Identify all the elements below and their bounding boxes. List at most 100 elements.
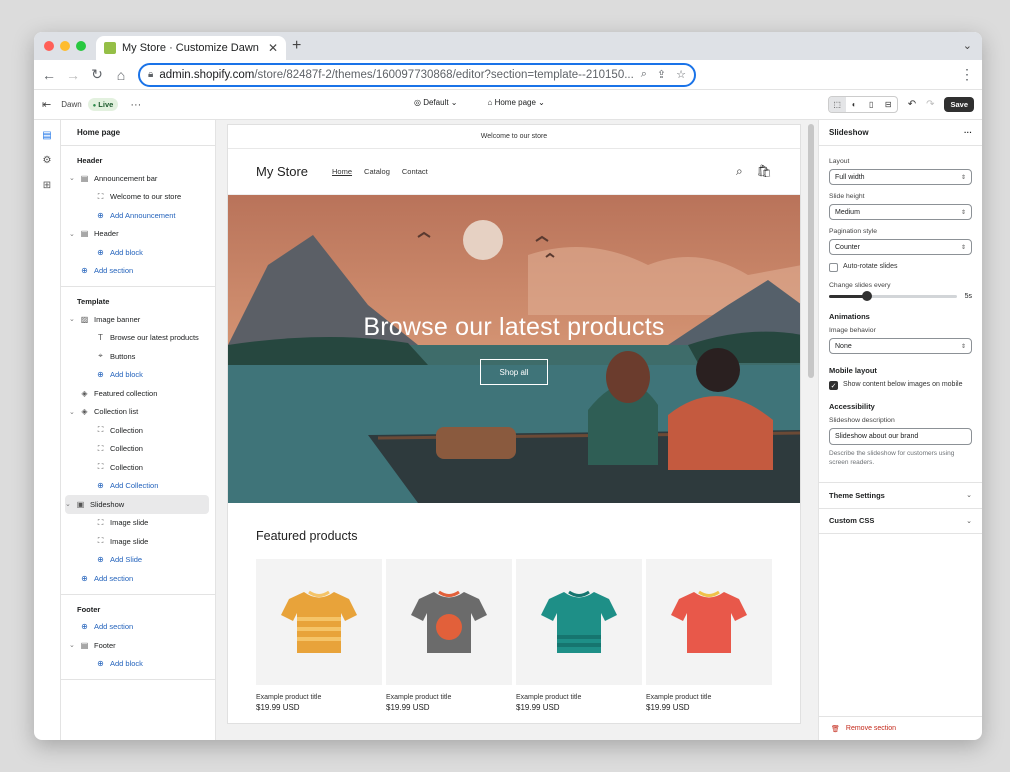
sidebar-item-label: Slideshow bbox=[90, 499, 125, 509]
zoom-icon[interactable]: ⌕ bbox=[641, 68, 647, 81]
sidebar-item[interactable]: ⛶ Collection bbox=[61, 421, 215, 440]
forward-arrow-icon[interactable]: → bbox=[66, 67, 80, 83]
back-arrow-icon[interactable]: ← bbox=[42, 67, 56, 83]
minimize-window-button[interactable] bbox=[60, 41, 70, 51]
product-title[interactable]: Example product title bbox=[646, 694, 772, 701]
add-item-button[interactable]: ⊕ Add block bbox=[61, 243, 215, 262]
sidebar-item[interactable]: ⛶ Collection bbox=[61, 440, 215, 459]
slider-thumb[interactable] bbox=[862, 291, 873, 301]
address-bar[interactable]: 🔒︎ admin.shopify.com/store/82487f-2/them… bbox=[138, 62, 696, 87]
sidebar-item[interactable]: ⌄ ▤ Header bbox=[61, 225, 215, 244]
chevron-down-icon[interactable]: ⌄ bbox=[69, 641, 75, 649]
hero-banner[interactable]: Browse our latest products Shop all bbox=[228, 195, 800, 503]
sidebar-item[interactable]: ⌄ ▣ Slideshow bbox=[65, 495, 209, 514]
sidebar-item[interactable]: ⛶ Welcome to our store bbox=[61, 188, 215, 207]
share-icon[interactable]: ⇪ bbox=[657, 68, 666, 81]
remove-section-button[interactable]: 🗑︎ Remove section bbox=[819, 716, 982, 740]
announcement-bar[interactable]: Welcome to our store bbox=[228, 125, 800, 149]
sidebar-item[interactable]: ⌄ ◈ Collection list bbox=[61, 403, 215, 422]
mobile-view-icon[interactable]: ▯ bbox=[863, 97, 880, 112]
product-title[interactable]: Example product title bbox=[256, 694, 382, 701]
chevron-down-icon[interactable]: ⌄ bbox=[69, 408, 75, 416]
inspector-icon[interactable]: ⬚ bbox=[828, 97, 846, 112]
search-icon[interactable]: ⌕ bbox=[736, 164, 743, 179]
product-card[interactable]: Example product title $19.99 USD bbox=[646, 559, 772, 712]
product-card[interactable]: Example product title $19.99 USD bbox=[516, 559, 642, 712]
add-item-button[interactable]: ⊕ Add section bbox=[61, 618, 215, 637]
redo-icon[interactable]: ↷ bbox=[926, 99, 934, 110]
product-image[interactable] bbox=[516, 559, 642, 685]
sidebar-item[interactable]: T Browse our latest products bbox=[61, 329, 215, 348]
shop-all-button[interactable]: Shop all bbox=[480, 359, 548, 385]
save-button[interactable]: Save bbox=[944, 97, 974, 112]
product-image[interactable] bbox=[386, 559, 512, 685]
fullscreen-view-icon[interactable]: ⊟ bbox=[880, 97, 897, 112]
home-icon[interactable]: ⌂ bbox=[114, 67, 128, 83]
featured-title: Featured products bbox=[256, 529, 358, 543]
sidebar-item[interactable]: ⌄ ▤ Footer bbox=[61, 636, 215, 655]
add-item-button[interactable]: ⊕ Add Announcement bbox=[61, 206, 215, 225]
nav-home[interactable]: Home bbox=[332, 167, 352, 176]
theme-settings-gear-icon[interactable]: ⚙ bbox=[43, 155, 52, 166]
store-name[interactable]: My Store bbox=[256, 164, 308, 179]
bookmark-star-icon[interactable]: ☆ bbox=[676, 68, 686, 81]
accessibility-heading: Accessibility bbox=[829, 402, 875, 411]
product-title[interactable]: Example product title bbox=[386, 694, 512, 701]
sidebar-item[interactable]: ⌄ ▨ Image banner bbox=[61, 310, 215, 329]
cart-icon[interactable]: 🛍︎ bbox=[757, 164, 772, 179]
maximize-window-button[interactable] bbox=[76, 41, 86, 51]
slide-height-select[interactable]: Medium ⇕ bbox=[829, 204, 972, 220]
site-info-icon[interactable]: 🔒︎ bbox=[148, 69, 153, 80]
pagination-select[interactable]: Counter ⇕ bbox=[829, 239, 972, 255]
sidebar-item[interactable]: ⌖ Buttons bbox=[61, 347, 215, 366]
add-item-button[interactable]: ⊕ Add Slide bbox=[61, 551, 215, 570]
change-every-slider[interactable] bbox=[829, 291, 957, 301]
block-icon: ▣ bbox=[76, 499, 85, 509]
layout-select[interactable]: Full width ⇕ bbox=[829, 169, 972, 185]
close-window-button[interactable] bbox=[44, 41, 54, 51]
add-item-button[interactable]: ⊕ Add section bbox=[61, 262, 215, 281]
tab-close-icon[interactable]: ✕ bbox=[268, 41, 278, 55]
chevron-down-icon[interactable]: ⌄ bbox=[69, 230, 75, 238]
sidebar-item[interactable]: ⌄ ▤ Announcement bar bbox=[61, 169, 215, 188]
chevron-down-icon[interactable]: ⌄ bbox=[65, 500, 71, 508]
apps-icon[interactable]: ⊞ bbox=[43, 180, 51, 191]
sections-icon[interactable]: ▤ bbox=[42, 130, 51, 141]
mobile-layout-checkbox[interactable]: ✓ bbox=[829, 381, 838, 390]
browser-tab[interactable]: My Store · Customize Dawn · S ✕ bbox=[96, 36, 286, 60]
new-tab-button[interactable]: + bbox=[292, 37, 301, 55]
image-behavior-select[interactable]: None ⇕ bbox=[829, 338, 972, 354]
tab-search-icon[interactable]: ⌄ bbox=[963, 39, 972, 52]
exit-editor-icon[interactable]: ⇤ bbox=[42, 98, 51, 111]
settings-more-button[interactable]: ··· bbox=[964, 128, 972, 137]
nav-catalog[interactable]: Catalog bbox=[364, 167, 390, 176]
sidebar-item[interactable]: ◈ Featured collection bbox=[61, 384, 215, 403]
add-item-button[interactable]: ⊕ Add block bbox=[61, 655, 215, 674]
sidebar-item[interactable]: ⛶ Collection bbox=[61, 458, 215, 477]
browser-menu-icon[interactable]: ⋮ bbox=[960, 66, 974, 83]
add-item-button[interactable]: ⊕ Add Collection bbox=[61, 477, 215, 496]
nav-contact[interactable]: Contact bbox=[402, 167, 428, 176]
sidebar-item[interactable]: ⛶ Image slide bbox=[61, 532, 215, 551]
theme-settings-collapsible[interactable]: Theme Settings ⌄ bbox=[819, 481, 982, 508]
reload-icon[interactable]: ↻ bbox=[90, 66, 104, 83]
desktop-view-icon[interactable]: ◐ bbox=[846, 97, 863, 112]
chevron-down-icon[interactable]: ⌄ bbox=[69, 315, 75, 323]
product-card[interactable]: Example product title $19.99 USD bbox=[386, 559, 512, 712]
chevron-down-icon[interactable]: ⌄ bbox=[69, 174, 75, 182]
product-image[interactable] bbox=[646, 559, 772, 685]
add-item-button[interactable]: ⊕ Add section bbox=[61, 569, 215, 588]
product-title[interactable]: Example product title bbox=[516, 694, 642, 701]
page-selector[interactable]: ⌂ Home page ⌄ bbox=[488, 98, 545, 107]
autorotate-checkbox[interactable] bbox=[829, 263, 838, 272]
custom-css-collapsible[interactable]: Custom CSS ⌄ bbox=[819, 507, 982, 534]
theme-actions-button[interactable]: ··· bbox=[130, 99, 141, 111]
preview-scrollbar[interactable] bbox=[808, 124, 814, 378]
undo-icon[interactable]: ↶ bbox=[908, 99, 916, 110]
product-card[interactable]: Example product title $19.99 USD bbox=[256, 559, 382, 712]
product-image[interactable] bbox=[256, 559, 382, 685]
add-item-button[interactable]: ⊕ Add block bbox=[61, 366, 215, 385]
slideshow-desc-input[interactable]: Slideshow about our brand bbox=[829, 428, 972, 445]
sidebar-item[interactable]: ⛶ Image slide bbox=[61, 514, 215, 533]
template-selector[interactable]: ◎ Default ⌄ bbox=[414, 98, 458, 107]
